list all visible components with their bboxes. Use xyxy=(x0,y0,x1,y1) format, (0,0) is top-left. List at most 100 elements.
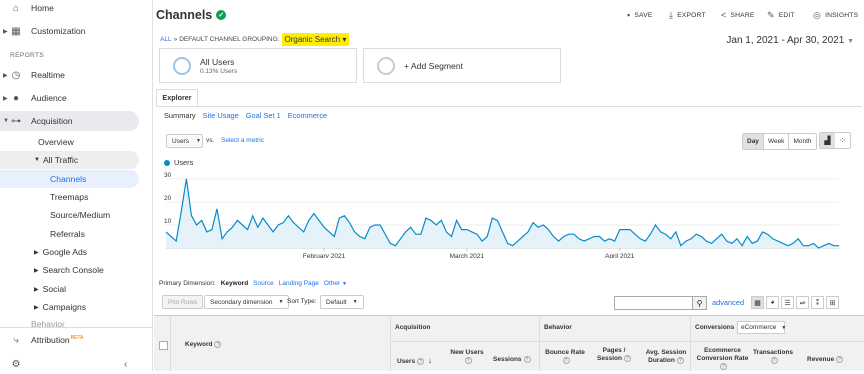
share-icon: < xyxy=(721,10,727,20)
sidebar-item-search-console[interactable]: ▶ Search Console xyxy=(34,261,104,279)
sort-type-select[interactable]: Default ▼ xyxy=(320,295,364,309)
sidebar-item-customization[interactable]: ▶ ▦ Customization xyxy=(0,21,153,41)
acquisition-icon: ⊶ xyxy=(11,115,21,127)
help-icon: ? xyxy=(464,356,472,364)
clock-icon: ◷ xyxy=(11,69,21,81)
explorer-subtabs: Summary Site Usage Goal Set 1 Ecommerce xyxy=(164,111,327,120)
edit-button[interactable]: ✎ EDIT xyxy=(767,10,795,21)
caret-right-icon: ▶ xyxy=(34,249,39,256)
caret-right-icon: ▶ xyxy=(3,28,8,35)
save-button[interactable]: ▪ SAVE xyxy=(627,10,653,20)
export-button[interactable]: ⤓ EXPORT xyxy=(669,10,706,21)
sidebar-item-social[interactable]: ▶ Social xyxy=(34,280,66,298)
sidebar-item-google-ads[interactable]: ▶ Google Ads xyxy=(34,243,87,261)
col-sessions[interactable]: Sessions? xyxy=(493,356,531,364)
subtab-site-usage[interactable]: Site Usage xyxy=(203,111,239,120)
sidebar-item-behavior[interactable]: Behavior xyxy=(0,318,153,330)
col-new-users[interactable]: New Users? xyxy=(448,349,486,365)
sort-type-label: Sort Type: xyxy=(287,298,317,305)
motion-chart-icon[interactable]: ⁘ xyxy=(835,133,850,148)
help-icon: ? xyxy=(836,356,844,363)
collapse-chevron-icon[interactable]: ‹ xyxy=(124,359,127,370)
sidebar-item-referrals[interactable]: Referrals xyxy=(50,225,85,243)
pencil-icon: ✎ xyxy=(767,10,775,20)
dimension-landing-page[interactable]: Landing Page xyxy=(279,280,319,287)
search-icon[interactable]: ⚲ xyxy=(692,296,707,310)
segment-all-users[interactable]: All Users 0.13% Users xyxy=(159,48,357,83)
granularity-toggle: Day Week Month xyxy=(742,133,817,150)
users-area xyxy=(166,178,839,248)
pivot-view-icon[interactable]: ⊞ xyxy=(826,296,839,309)
channel-filter-dropdown[interactable]: Organic Search ▾ xyxy=(281,33,350,46)
line-chart-icon[interactable]: ▟ xyxy=(820,133,835,148)
help-icon: ? xyxy=(214,341,222,348)
col-avg-duration[interactable]: Avg. Session Duration? xyxy=(642,349,690,365)
advanced-filter-link[interactable]: advanced xyxy=(712,298,744,307)
performance-view-icon[interactable]: ☰ xyxy=(781,296,794,309)
group-conversions: Conversions xyxy=(695,324,735,331)
sidebar-item-channels[interactable]: Channels xyxy=(50,170,86,188)
sidebar-item-home[interactable]: ⌂ Home xyxy=(0,0,153,18)
sidebar-item-overview[interactable]: Overview xyxy=(38,133,74,151)
subtab-ecommerce[interactable]: Ecommerce xyxy=(288,111,327,120)
y-tick-label: 30 xyxy=(164,172,172,179)
y-tick-label: 20 xyxy=(164,195,172,202)
select-all-checkbox[interactable] xyxy=(159,341,168,350)
home-icon: ⌂ xyxy=(12,2,20,14)
gear-icon[interactable]: ⚙ xyxy=(10,358,22,370)
plot-rows-button[interactable]: Plot Rows xyxy=(162,295,204,309)
insights-button[interactable]: ◎ INSIGHTS xyxy=(813,10,858,21)
data-view-icon[interactable]: ▦ xyxy=(751,296,764,309)
week-button[interactable]: Week xyxy=(764,134,790,149)
add-segment-button[interactable]: + Add Segment xyxy=(363,48,561,83)
share-button[interactable]: < SHARE xyxy=(721,10,755,20)
legend-dot xyxy=(164,159,170,166)
dimension-other[interactable]: Other ▼ xyxy=(324,280,347,287)
caret-down-icon: ▼ xyxy=(3,118,9,124)
select-metric-link[interactable]: Select a metric xyxy=(221,137,264,144)
subtab-goal-set-1[interactable]: Goal Set 1 xyxy=(246,111,281,120)
term-cloud-icon[interactable]: ⁑ xyxy=(811,296,824,309)
segment-circle-icon xyxy=(377,57,395,75)
col-pages-session[interactable]: Pages / Session? xyxy=(594,347,634,363)
segment-circle-icon xyxy=(173,57,191,75)
person-icon: ● xyxy=(12,92,20,104)
day-button[interactable]: Day xyxy=(743,134,764,149)
help-icon: ? xyxy=(523,356,531,363)
help-icon: ? xyxy=(676,356,684,364)
row-divider xyxy=(390,341,864,342)
sidebar-item-all-traffic[interactable]: ▼ All Traffic xyxy=(34,151,78,169)
sidebar-item-campaigns[interactable]: ▶ Campaigns xyxy=(34,298,86,316)
help-icon: ? xyxy=(562,356,570,364)
sidebar-item-realtime[interactable]: ▶ ◷ Realtime xyxy=(0,65,153,85)
sidebar-item-acquisition[interactable]: ▼ ⊶ Acquisition xyxy=(0,111,153,131)
dimension-keyword[interactable]: Keyword xyxy=(221,280,248,287)
tab-explorer[interactable]: Explorer xyxy=(156,89,198,107)
month-button[interactable]: Month xyxy=(789,134,815,149)
conversions-select[interactable]: eCommerce ▼ xyxy=(737,321,786,334)
comparison-view-icon[interactable]: ⇌ xyxy=(796,296,809,309)
pie-view-icon[interactable]: ◕ xyxy=(766,296,779,309)
metric-select[interactable]: Users ▼ xyxy=(166,134,203,148)
col-bounce-rate[interactable]: Bounce Rate? xyxy=(544,349,586,365)
col-revenue[interactable]: Revenue? xyxy=(807,356,844,364)
secondary-dimension-select[interactable]: Secondary dimension ▼ xyxy=(204,295,290,309)
insights-icon: ◎ xyxy=(813,10,822,20)
sidebar-item-audience[interactable]: ▶ ● Audience xyxy=(0,88,153,108)
caret-down-icon: ▼ xyxy=(352,299,358,305)
reports-section-label: REPORTS xyxy=(10,52,45,59)
sidebar-item-attribution[interactable]: ⤷ AttributionBETA xyxy=(0,330,153,350)
subtab-summary[interactable]: Summary xyxy=(164,111,196,120)
col-transactions[interactable]: Transactions? xyxy=(752,349,794,365)
sidebar-item-source-medium[interactable]: Source/Medium xyxy=(50,206,110,224)
date-range-picker[interactable]: Jan 1, 2021 - Apr 30, 2021 ▼ xyxy=(726,35,854,46)
sidebar-item-treemaps[interactable]: Treemaps xyxy=(50,188,88,206)
col-ecommerce-conversion-rate[interactable]: Ecommerce Conversion Rate? xyxy=(695,347,750,371)
x-tick-label: February 2021 xyxy=(303,253,346,258)
col-keyword[interactable]: Keyword? xyxy=(185,341,222,349)
breadcrumb-all-link[interactable]: ALL xyxy=(160,36,172,43)
col-users[interactable]: Users? ↓ xyxy=(397,356,432,366)
sidebar-divider xyxy=(0,327,153,328)
dimension-source[interactable]: Source xyxy=(253,280,274,287)
sidebar-footer: ⚙ ‹ xyxy=(0,354,153,374)
